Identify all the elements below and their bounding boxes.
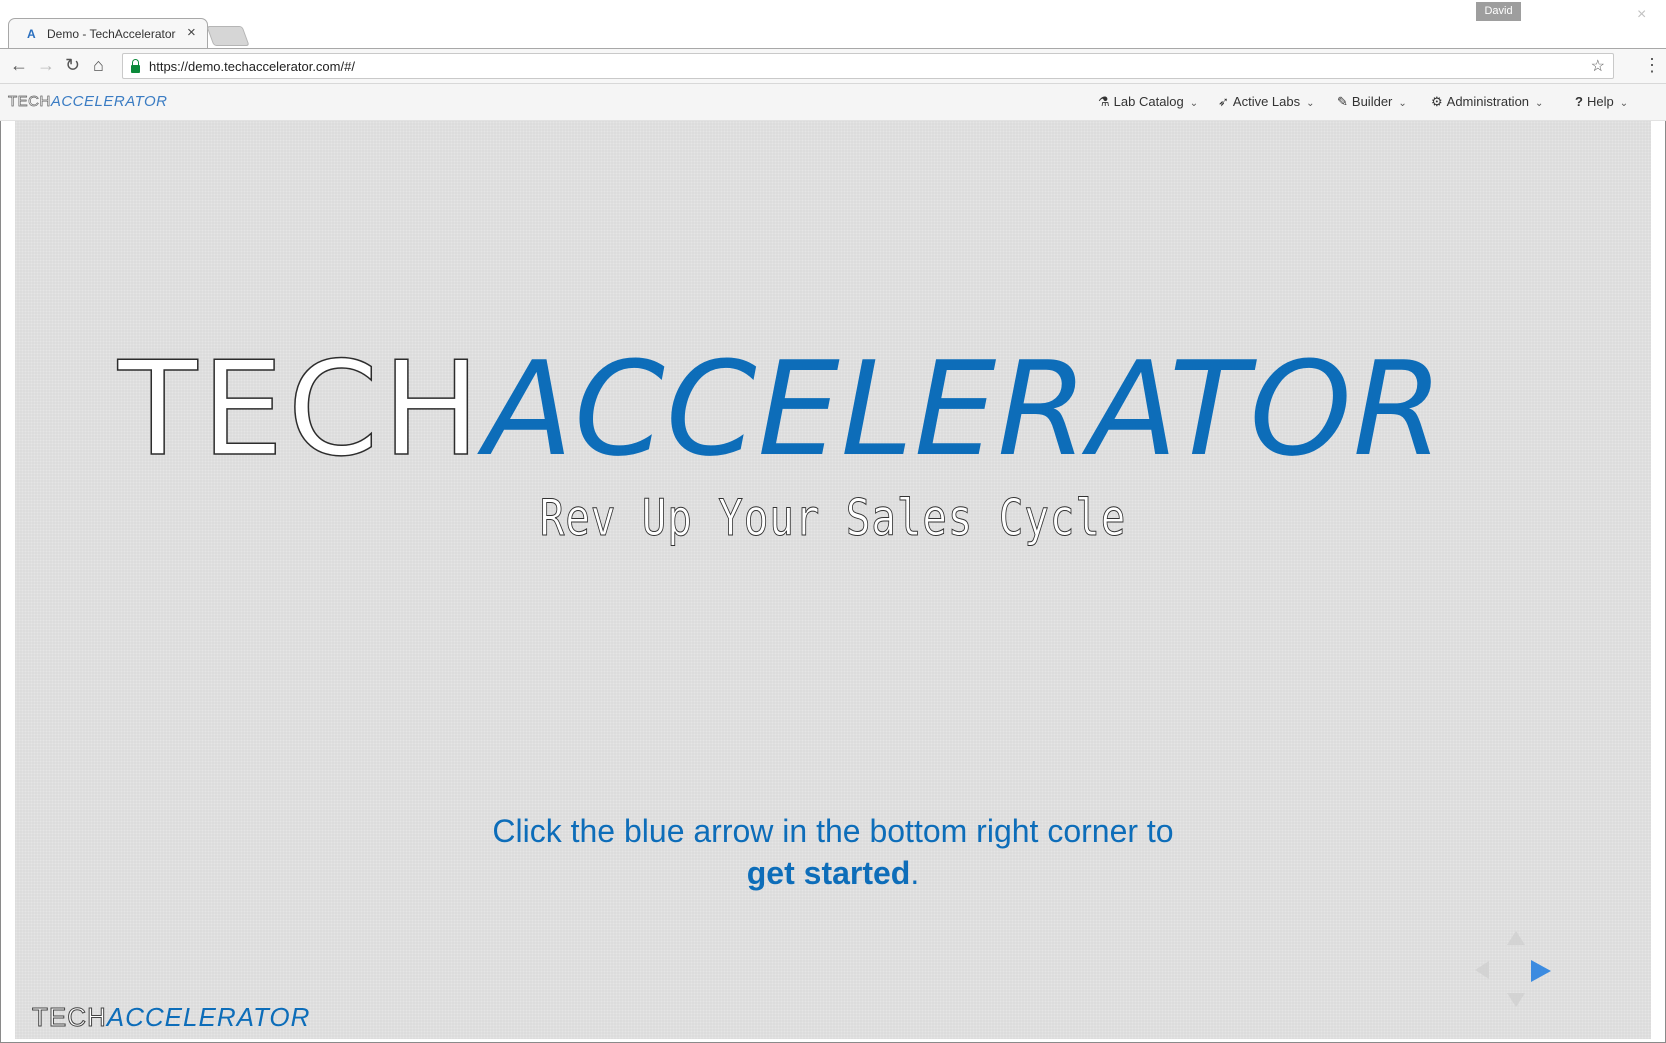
profile-badge[interactable]: David (1476, 2, 1521, 21)
lock-icon (131, 59, 140, 73)
footer-logo: TECHACCELERATOR (32, 1002, 310, 1033)
arrow-up-icon[interactable] (1507, 931, 1525, 945)
menu-administration[interactable]: ⚙ Administration ⌄ (1431, 94, 1543, 110)
footer-tech-text: TECH (32, 1002, 107, 1033)
tab-title: Demo - TechAccelerator (47, 27, 176, 41)
instruction-line-2: get started. (15, 852, 1651, 894)
forward-icon[interactable]: → (37, 55, 55, 76)
browser-tab[interactable]: A Demo - TechAccelerator × (8, 18, 208, 48)
back-icon[interactable]: ← (10, 55, 28, 76)
instruction-line-1: Click the blue arrow in the bottom right… (492, 813, 1174, 849)
chevron-down-icon: ⌄ (1619, 98, 1629, 109)
browser-titlebar: A Demo - TechAccelerator × David × (0, 0, 1666, 48)
presentation-slide: TECHACCELERATOR Rev Up Your Sales Cycle … (15, 121, 1651, 1039)
wrench-icon: ✎ (1337, 94, 1348, 109)
hero-logo: TECHACCELERATOR (117, 338, 1568, 480)
window-close-icon[interactable]: × (1637, 6, 1646, 24)
menu-active-labs[interactable]: ➶ Active Labs ⌄ (1218, 94, 1315, 110)
menu-label: Builder (1351, 94, 1393, 109)
flask-icon: ⚗ (1098, 94, 1110, 109)
chevron-down-icon: ⌄ (1306, 98, 1315, 109)
menu-help[interactable]: ? Help ⌄ (1575, 94, 1628, 109)
question-icon: ? (1575, 94, 1583, 109)
chevron-down-icon: ⌄ (1535, 98, 1544, 109)
get-started-text: get started (746, 855, 911, 891)
arrow-down-icon[interactable] (1507, 993, 1525, 1007)
address-bar[interactable]: https://demo.techaccelerator.com/#/ ☆ (122, 53, 1614, 79)
chevron-down-icon: ⌄ (1189, 98, 1199, 109)
slide-tagline: Rev Up Your Sales Cycle (539, 489, 1127, 548)
logo-accel-text: ACCELERATOR (50, 93, 168, 110)
arrow-right-icon[interactable] (1531, 960, 1551, 982)
slide-instructions: Click the blue arrow in the bottom right… (15, 810, 1651, 894)
slide-navigation-controls (1475, 931, 1555, 1011)
instruction-period: . (910, 855, 920, 891)
home-icon[interactable]: ⌂ (93, 55, 104, 76)
browser-menu-icon[interactable]: ⋮ (1643, 55, 1661, 76)
hero-accel-text: ACCELERATOR (484, 333, 1445, 485)
arrow-left-icon[interactable] (1475, 961, 1489, 979)
menu-builder[interactable]: ✎ Builder ⌄ (1337, 94, 1407, 110)
menu-label: Help (1586, 94, 1614, 109)
navbar-logo[interactable]: TECHACCELERATOR (8, 93, 168, 111)
footer-accel-text: ACCELERATOR (106, 1002, 311, 1032)
menu-lab-catalog[interactable]: ⚗ Lab Catalog ⌄ (1098, 94, 1198, 110)
chevron-down-icon: ⌄ (1398, 98, 1407, 109)
url-text: https://demo.techaccelerator.com/#/ (149, 59, 355, 74)
logo-tech-text: TECH (8, 93, 51, 111)
menu-label: Administration (1446, 94, 1530, 109)
hero-tech-text: TECH (117, 333, 485, 485)
favicon-icon: A (27, 27, 36, 41)
menu-label: Lab Catalog (1113, 94, 1184, 109)
gear-icon: ⚙ (1431, 94, 1443, 109)
menu-label: Active Labs (1232, 94, 1301, 109)
app-navbar: TECHACCELERATOR ⚗ Lab Catalog ⌄ ➶ Active La… (0, 84, 1666, 121)
close-tab-icon[interactable]: × (187, 24, 196, 41)
reload-icon[interactable]: ↻ (65, 55, 80, 76)
new-tab-button[interactable] (206, 26, 250, 46)
rocket-icon: ➶ (1218, 94, 1229, 109)
bookmark-star-icon[interactable]: ☆ (1591, 56, 1605, 76)
browser-toolbar: ← → ↻ ⌂ https://demo.techaccelerator.com… (0, 48, 1666, 84)
